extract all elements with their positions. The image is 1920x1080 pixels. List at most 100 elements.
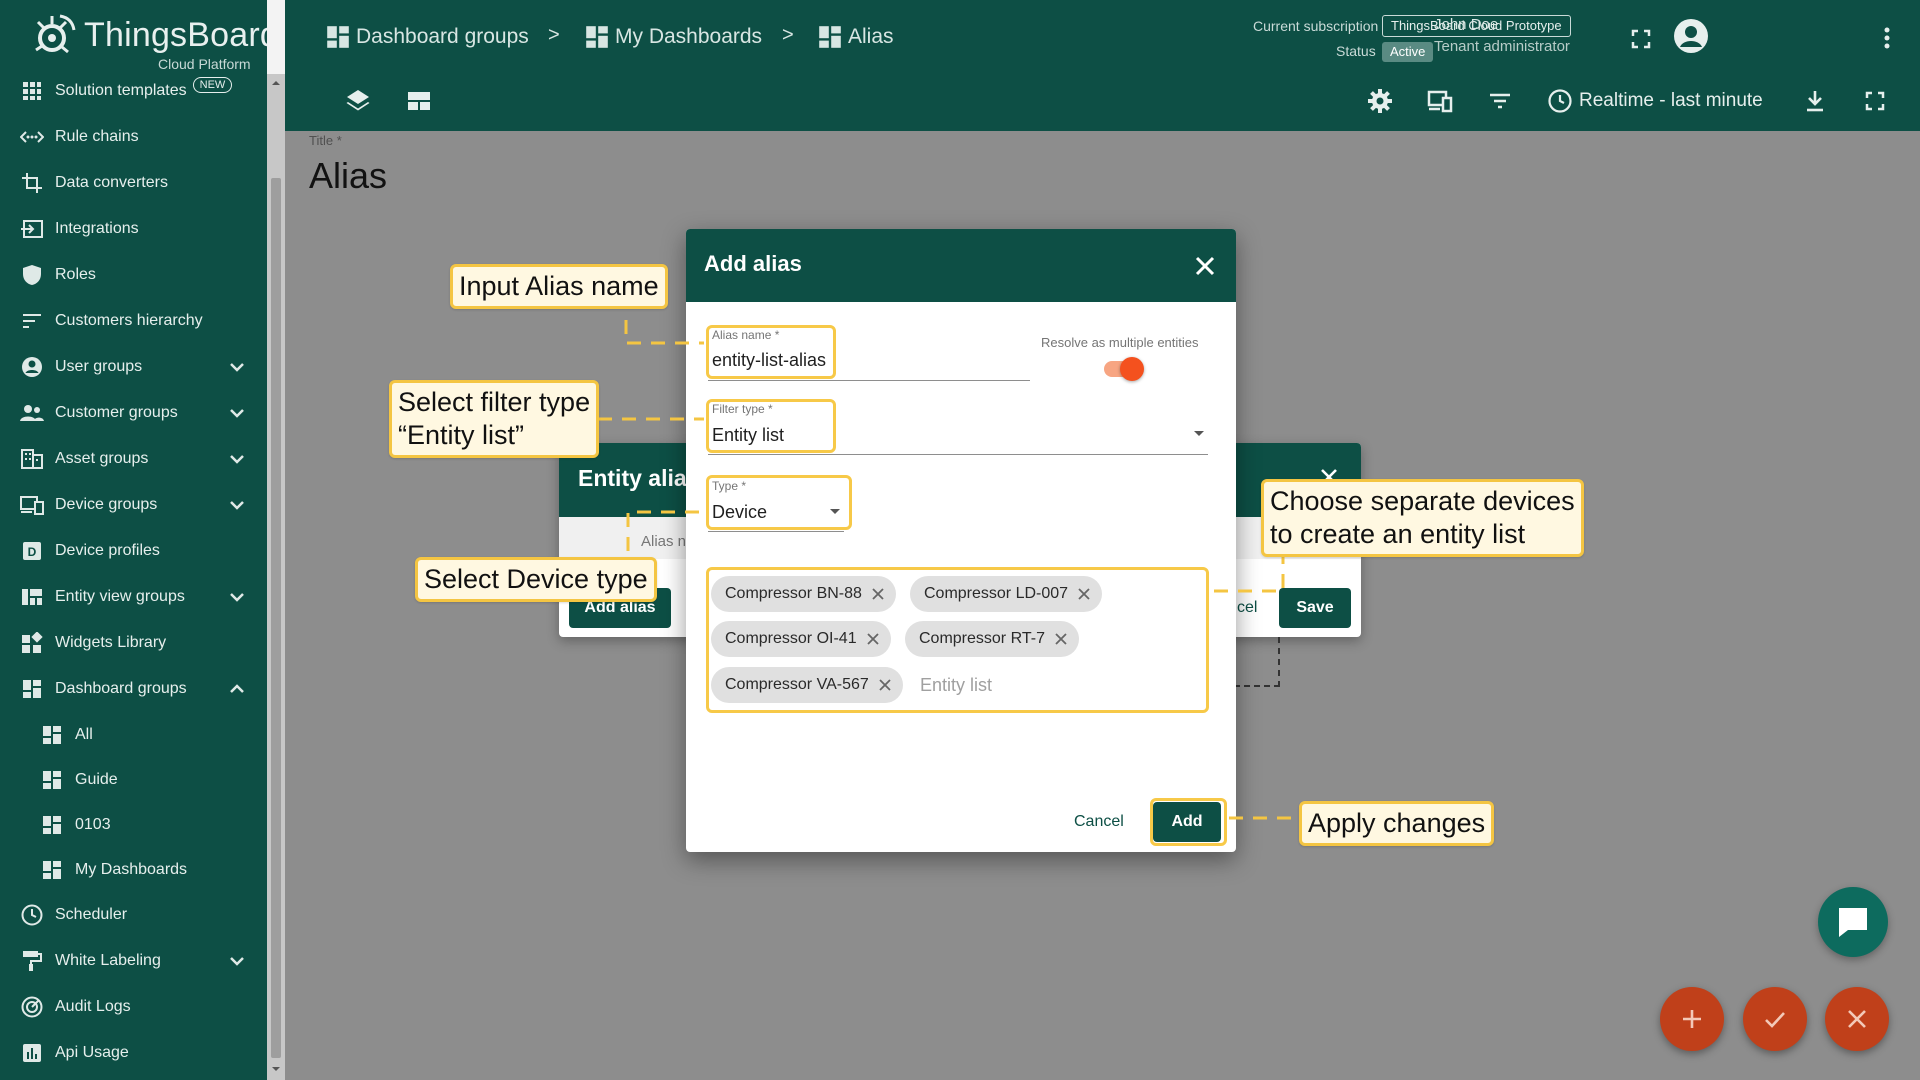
highlight-filter-type (706, 399, 836, 453)
highlight-add-button (1150, 798, 1227, 846)
sidebar-item-label: Integrations (55, 220, 139, 237)
sidebar-item-customers-hierarchy[interactable]: Customers hierarchy (0, 298, 267, 344)
chevron-down-icon[interactable] (227, 403, 247, 423)
settings-icon[interactable] (1366, 87, 1394, 115)
sidebar-item-user-groups[interactable]: User groups (0, 344, 267, 390)
resolve-multiple-toggle-knob[interactable] (1120, 357, 1144, 381)
fullscreen-icon[interactable] (1627, 25, 1655, 53)
sidebar-item-device-groups[interactable]: Device groups (0, 482, 267, 528)
view-quilt-icon (20, 585, 44, 609)
sidebar-subitem-guide[interactable]: Guide (0, 757, 267, 802)
sidebar-item-label: Entity view groups (55, 588, 185, 605)
sidebar-item-entity-view-groups[interactable]: Entity view groups (0, 574, 267, 620)
sidebar-item-api-usage[interactable]: Api Usage (0, 1030, 267, 1076)
sidebar-item-label: Widgets Library (55, 634, 167, 651)
devices-icon[interactable] (1426, 87, 1454, 115)
sidebar-item-label: All (75, 725, 93, 743)
filter-list-icon[interactable] (1486, 87, 1514, 115)
chevron-down-icon[interactable] (227, 357, 247, 377)
grid-icon (20, 79, 44, 103)
scroll-down-arrow-icon[interactable] (271, 1064, 281, 1074)
sidebar-item-device-profiles[interactable]: D Device profiles (0, 528, 267, 574)
user-role: Tenant administrator (1434, 38, 1570, 55)
close-icon (1848, 1010, 1866, 1028)
sidebar-item-label: Api Usage (55, 1044, 129, 1061)
callout-apply: Apply changes (1299, 801, 1495, 846)
highlight-alias-name (706, 325, 836, 379)
chevron-down-icon[interactable] (227, 449, 247, 469)
dashboard-icon (819, 26, 841, 48)
chevron-down-icon[interactable] (227, 495, 247, 515)
sidebar-item-roles[interactable]: Roles (0, 252, 267, 298)
sidebar-subitem-all[interactable]: All (0, 712, 267, 757)
add-alias-dialog: Add alias Alias name * entity-list-alias… (686, 229, 1236, 852)
save-button[interactable]: Save (1279, 588, 1351, 628)
dashed-connector (1234, 637, 1280, 687)
dashboard-icon (20, 677, 44, 701)
sidebar-item-integrations[interactable]: Integrations (0, 206, 267, 252)
close-icon[interactable] (1192, 253, 1218, 279)
logo[interactable]: ThingsBoard Cloud Platform (30, 10, 267, 72)
sidebar-item-white-labeling[interactable]: White Labeling (0, 938, 267, 984)
sidebar-item-label: Customers hierarchy (55, 312, 203, 329)
sidebar-item-asset-groups[interactable]: Asset groups (0, 436, 267, 482)
domain-icon (20, 447, 44, 471)
chat-button[interactable] (1818, 887, 1888, 957)
chevron-up-icon[interactable] (227, 679, 247, 699)
breadcrumb-my-dashboards[interactable]: My Dashboards (585, 22, 762, 52)
transform-icon (20, 171, 44, 195)
sidebar-item-widgets-library[interactable]: Widgets Library (0, 620, 267, 666)
breadcrumb-separator: > (548, 24, 560, 46)
highlight-entity-type (706, 475, 852, 530)
supervisor-icon (20, 401, 44, 425)
chevron-down-icon[interactable] (227, 951, 247, 971)
add-widget-button[interactable] (1660, 987, 1724, 1051)
sidebar-item-dashboard-groups[interactable]: Dashboard groups (0, 666, 267, 712)
status-label: Status (1336, 43, 1376, 59)
cancel-button[interactable]: cel (1237, 599, 1257, 617)
sidebar-item-solution-templates[interactable]: Solution templates NEW (0, 68, 267, 114)
breadcrumb-dashboard-groups[interactable]: Dashboard groups (326, 22, 529, 52)
decline-changes-button[interactable] (1825, 987, 1889, 1051)
new-badge: NEW (192, 77, 233, 93)
apply-changes-button[interactable] (1743, 987, 1807, 1051)
sidebar-item-customer-groups[interactable]: Customer groups (0, 390, 267, 436)
sidebar-scrollbar[interactable] (267, 74, 285, 1080)
sidebar-item-label: Rule chains (55, 128, 139, 145)
sidebar-item-label: Roles (55, 266, 96, 283)
user-name[interactable]: John Doe (1434, 16, 1498, 33)
dashboard-icon (40, 813, 64, 837)
layers-icon[interactable] (344, 87, 372, 115)
sidebar-item-data-converters[interactable]: Data converters (0, 160, 267, 206)
subscription-label: Current subscription (1253, 18, 1379, 34)
dashboard-icon (586, 26, 608, 48)
sidebar-item-label: Device groups (55, 496, 158, 513)
sidebar-subitem-0103[interactable]: 0103 (0, 802, 267, 847)
breadcrumb-label: Alias (848, 25, 894, 48)
format-paint-icon (20, 949, 44, 973)
highlight-entity-list (706, 567, 1209, 713)
check-icon (1765, 1012, 1785, 1028)
timewindow-button[interactable]: Realtime - last minute (1547, 86, 1763, 116)
fullscreen-icon[interactable] (1861, 87, 1889, 115)
sidebar-item-audit-logs[interactable]: Audit Logs (0, 984, 267, 1030)
entity-aliases-title: Entity alias (578, 465, 700, 491)
svg-text:D: D (28, 545, 37, 559)
device-profile-icon: D (20, 539, 44, 563)
download-icon[interactable] (1801, 87, 1829, 115)
breadcrumb-label: My Dashboards (615, 25, 763, 48)
sidebar-item-rule-chains[interactable]: Rule chains (0, 114, 267, 160)
shield-icon (20, 263, 44, 287)
callout-line: to create an entity list (1270, 519, 1526, 549)
sidebar-subitem-my-dashboards[interactable]: My Dashboards (0, 847, 267, 892)
sidebar-item-scheduler[interactable]: Scheduler (0, 892, 267, 938)
logo-title: ThingsBoard (84, 16, 267, 54)
avatar[interactable] (1673, 18, 1709, 54)
chevron-down-icon[interactable] (227, 587, 247, 607)
scroll-up-arrow-icon[interactable] (271, 78, 281, 88)
scrollbar-thumb[interactable] (271, 178, 281, 1058)
cancel-button[interactable]: Cancel (1074, 813, 1124, 831)
more-vert-icon[interactable] (1873, 24, 1901, 52)
dialog-title: Add alias (704, 251, 802, 276)
view-agenda-icon[interactable] (405, 87, 433, 115)
